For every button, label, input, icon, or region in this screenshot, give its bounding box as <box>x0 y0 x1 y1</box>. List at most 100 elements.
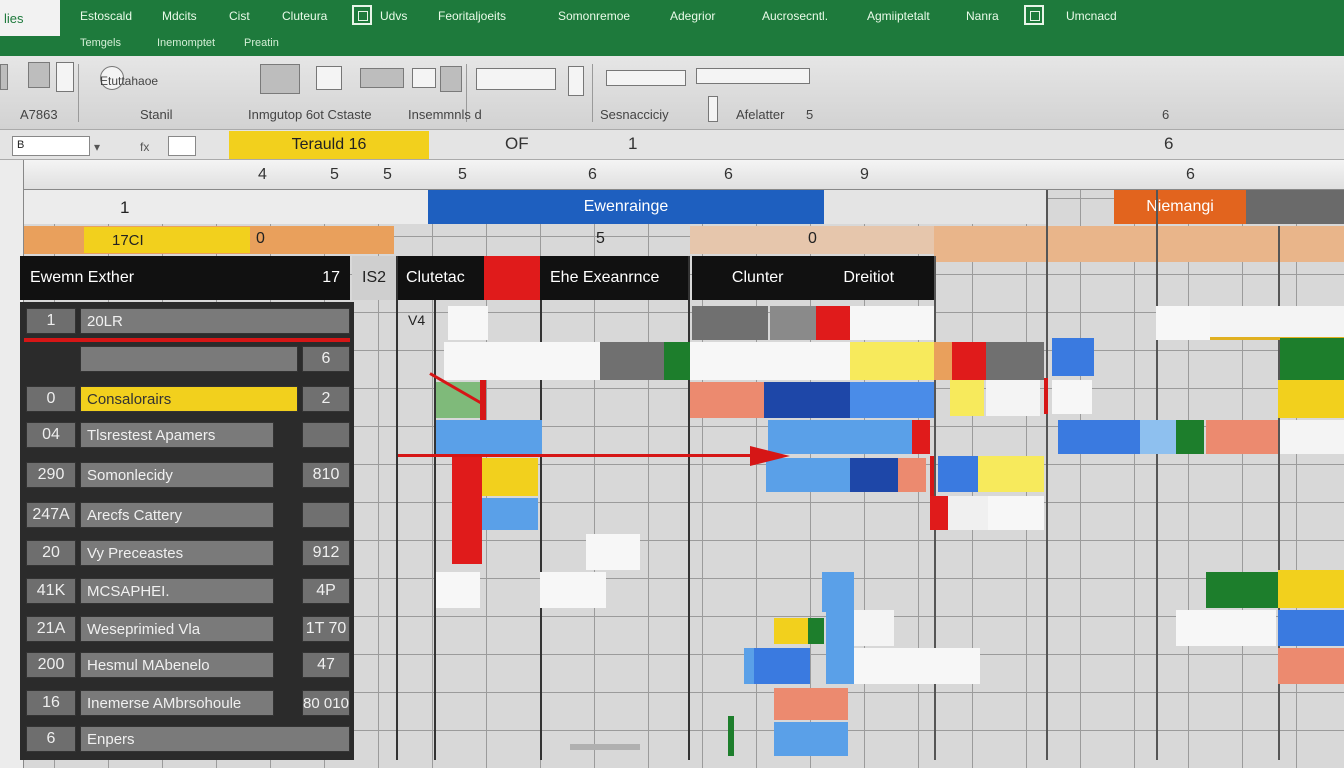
ribbon-tab-5[interactable]: Udvs <box>380 9 407 25</box>
triangle-icon[interactable] <box>412 68 436 88</box>
column-number[interactable]: 6 <box>588 166 597 184</box>
gantt-block[interactable] <box>930 496 948 530</box>
gantt-block[interactable] <box>854 648 934 684</box>
gantt-block[interactable] <box>728 716 734 756</box>
left-row[interactable]: 21A Weseprimied Vla 1T 70 <box>24 612 352 646</box>
gantt-block[interactable] <box>570 744 640 750</box>
gantt-block[interactable] <box>482 498 538 530</box>
paste-icon[interactable] <box>28 62 50 88</box>
gantt-block[interactable] <box>1280 420 1344 454</box>
chart-icon[interactable] <box>316 66 342 90</box>
gantt-block[interactable] <box>664 342 690 380</box>
left-row[interactable]: 290 Somonlecidy 810 <box>24 458 352 492</box>
gantt-block[interactable] <box>1176 610 1276 646</box>
gantt-block[interactable] <box>826 612 854 684</box>
column-number[interactable]: 5 <box>330 166 339 184</box>
column-number[interactable]: 4 <box>258 166 267 184</box>
left-row[interactable]: 6 <box>24 342 352 376</box>
gantt-block[interactable] <box>1176 420 1204 454</box>
left-row[interactable]: 200 Hesmul MAbenelo 47 <box>24 648 352 682</box>
gantt-block[interactable] <box>436 572 480 608</box>
gantt-block[interactable] <box>816 306 850 340</box>
gantt-block[interactable] <box>770 306 816 340</box>
column-number[interactable]: 5 <box>383 166 392 184</box>
gantt-block[interactable] <box>482 458 538 496</box>
left-row[interactable]: 6 Enpers <box>24 722 352 756</box>
gantt-block[interactable] <box>850 458 898 492</box>
gantt-block[interactable] <box>850 306 934 340</box>
ribbon-tab-6[interactable]: Feoritaljoeits <box>438 9 506 25</box>
name-box[interactable]: B <box>12 136 90 156</box>
left-row[interactable]: 247A Arecfs Cattery <box>24 498 352 532</box>
gantt-block[interactable] <box>690 382 764 418</box>
gantt-block[interactable] <box>1278 570 1344 608</box>
grid-cell-text[interactable]: V4 <box>408 312 425 328</box>
dark-header-left[interactable]: Ewemn Exther 17 <box>20 256 350 300</box>
gantt-block[interactable] <box>774 618 808 644</box>
gantt-block[interactable] <box>1210 306 1344 340</box>
borders-icon[interactable] <box>360 68 404 88</box>
yellow-row-cell[interactable]: 17CI <box>84 227 250 253</box>
ribbon-subtab-3[interactable]: Preatin <box>244 37 279 51</box>
gantt-block[interactable] <box>912 420 930 454</box>
gantt-block[interactable] <box>744 648 754 684</box>
gantt-block[interactable] <box>978 456 1044 492</box>
ribbon-tab-9[interactable]: Aucrosecntl. <box>762 9 828 25</box>
cell-style-icon[interactable] <box>708 96 718 122</box>
dark-header-col3[interactable]: Clutetac <box>396 256 484 300</box>
left-row[interactable]: 20 Vy Preceastes 912 <box>24 536 352 570</box>
ribbon-tab-7[interactable]: Somonremoe <box>558 9 630 25</box>
gantt-block[interactable] <box>764 382 850 418</box>
merge-icon[interactable] <box>440 66 462 92</box>
left-row[interactable]: 16 Inemerse AMbrsohoule 80 010 <box>24 686 352 720</box>
dark-header-col5-6[interactable]: Clunter Dreitiot <box>692 256 934 300</box>
gantt-block[interactable] <box>898 458 926 492</box>
gantt-block[interactable] <box>774 688 848 720</box>
document-icon[interactable] <box>1024 5 1044 25</box>
gantt-block[interactable] <box>1278 648 1344 684</box>
left-row[interactable]: 04 Tlsrestest Apamers <box>24 418 352 452</box>
gantt-block[interactable] <box>988 496 1044 530</box>
formula-input[interactable] <box>168 136 196 156</box>
gantt-block[interactable] <box>934 342 952 380</box>
column-number[interactable]: 5 <box>458 166 467 184</box>
gantt-block[interactable] <box>586 534 640 570</box>
clipboard-icon[interactable] <box>56 62 74 92</box>
ribbon-tab-12[interactable]: Umcnacd <box>1066 9 1117 25</box>
left-row[interactable]: 41K MCSAPHEI. 4P <box>24 574 352 608</box>
ribbon-tab-8[interactable]: Adegrior <box>670 9 715 25</box>
gantt-block[interactable] <box>436 420 542 454</box>
currency-icon[interactable] <box>568 66 584 96</box>
dropdown-arrow-icon[interactable]: ▾ <box>94 140 100 154</box>
gantt-block[interactable] <box>448 306 488 340</box>
ribbon-tab-2[interactable]: Mdcits <box>162 9 197 25</box>
table-icon[interactable] <box>260 64 300 94</box>
formula-highlight-cell[interactable]: Terauld 16 <box>229 131 429 159</box>
gantt-block[interactable] <box>934 648 980 684</box>
left-row[interactable]: 1 20LR <box>24 304 352 338</box>
gantt-block[interactable] <box>850 382 934 418</box>
conditional-format-icon[interactable] <box>606 70 686 86</box>
blue-header-band[interactable]: Ewenrainge <box>428 190 824 224</box>
gantt-block[interactable] <box>850 342 934 380</box>
gantt-block[interactable] <box>768 342 850 380</box>
gantt-block[interactable] <box>1052 338 1094 376</box>
grid-icon[interactable] <box>352 5 372 25</box>
left-row[interactable]: 0 Consalorairs 2 <box>24 382 352 416</box>
gantt-block[interactable] <box>1206 572 1278 608</box>
gantt-block[interactable] <box>952 342 986 380</box>
gantt-block[interactable] <box>938 456 978 492</box>
gantt-block[interactable] <box>444 342 600 380</box>
gantt-block[interactable] <box>600 342 664 380</box>
gantt-block[interactable] <box>1156 306 1210 340</box>
gantt-block[interactable] <box>1280 338 1344 380</box>
gantt-block[interactable] <box>1278 380 1344 418</box>
gantt-block[interactable] <box>1140 420 1176 454</box>
orange-header-band[interactable]: Niemangi <box>1114 190 1246 224</box>
ribbon-tab-11[interactable]: Nanra <box>966 9 999 25</box>
ribbon-subtab-1[interactable]: Temgels <box>80 37 121 51</box>
gantt-block[interactable] <box>808 618 824 644</box>
styles-gallery[interactable] <box>696 68 810 84</box>
ribbon-tab-10[interactable]: Agmiiptetalt <box>867 9 930 25</box>
column-number[interactable]: 6 <box>724 166 733 184</box>
